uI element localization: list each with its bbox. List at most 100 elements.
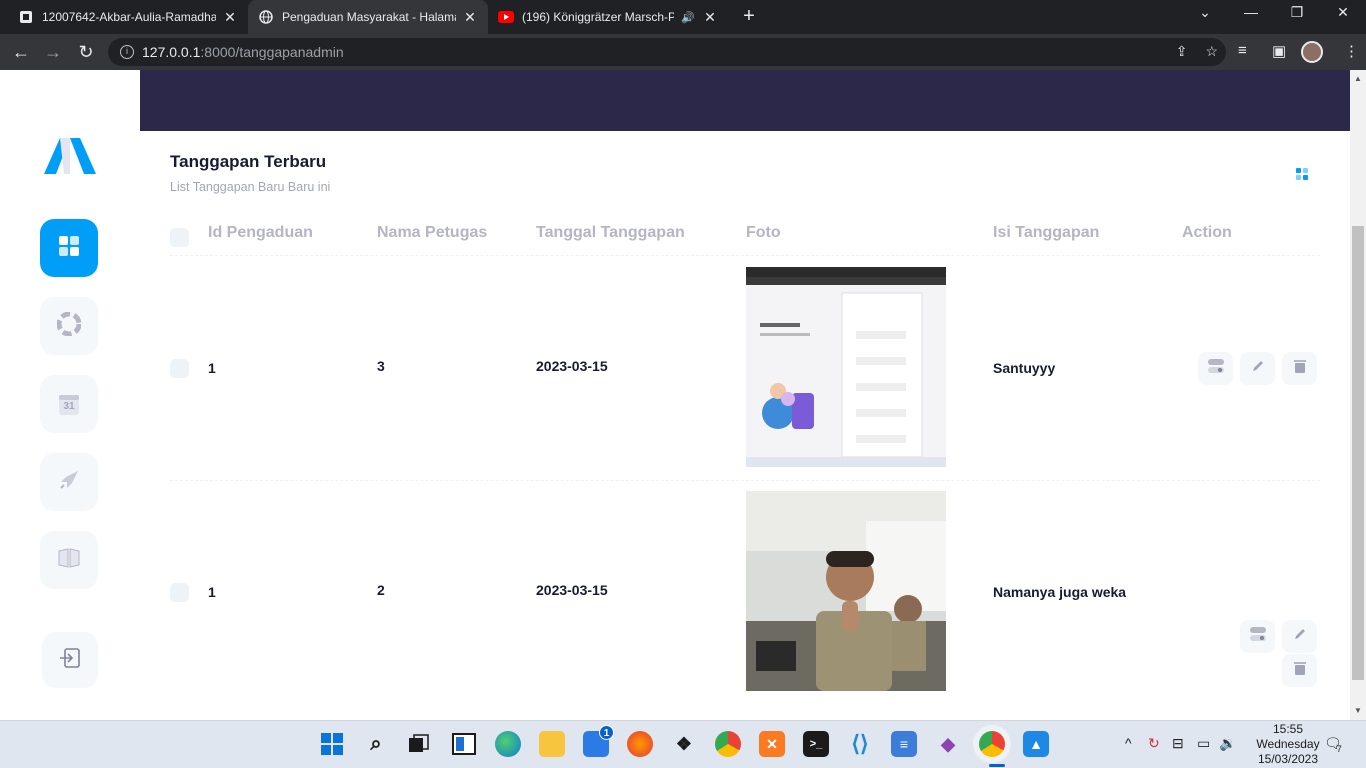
lifebuoy-icon (56, 311, 82, 341)
cell-tanggal: 2023-03-15 (536, 582, 608, 598)
logout-icon (59, 647, 81, 674)
tanggapan-photo (746, 267, 946, 467)
dropbox-icon[interactable]: ❖ (671, 731, 697, 757)
side-panel-icon[interactable]: ▣ (1272, 42, 1286, 60)
tab-github[interactable]: 12007642-Akbar-Aulia-Ramadhan ✕ (8, 0, 248, 34)
notepad-icon[interactable]: ≡ (891, 731, 917, 757)
bookmark-star-icon[interactable]: ☆ (1205, 43, 1218, 60)
row-checkbox[interactable] (170, 583, 189, 602)
column-header: Tanggal Tanggapan (536, 224, 685, 241)
sidebar-item-calendar[interactable]: 31 (40, 375, 98, 433)
sidebar-item-launch[interactable] (40, 453, 98, 511)
page-scrollbar[interactable]: ▲ ▼ (1350, 70, 1366, 720)
toggle-status-button[interactable] (1198, 352, 1233, 385)
maximize-button[interactable]: ❐ (1282, 4, 1312, 21)
task-view-icon[interactable] (406, 731, 432, 757)
widgets-icon[interactable] (451, 731, 477, 757)
pencil-icon (1293, 627, 1307, 646)
terminal-icon[interactable]: >_ (803, 731, 829, 757)
calendar-day: 31 (63, 401, 75, 412)
delete-button[interactable] (1282, 654, 1317, 687)
row-checkbox[interactable] (170, 359, 189, 378)
calendar-icon: 31 (59, 393, 79, 415)
notification-icon[interactable]: 🗨7 (1324, 735, 1347, 754)
vscode-icon[interactable]: ⟨⟩ (847, 731, 873, 757)
sidebar-item-support[interactable] (40, 297, 98, 355)
forward-button[interactable]: → (42, 41, 64, 63)
scrollbar-thumb[interactable] (1352, 226, 1364, 680)
card-menu-icon[interactable] (1296, 168, 1308, 180)
volume-icon[interactable]: 🔉 (1219, 735, 1236, 752)
scroll-down-icon[interactable]: ▼ (1354, 706, 1362, 715)
close-tab-icon[interactable]: ✕ (222, 9, 238, 26)
edit-button[interactable] (1240, 352, 1275, 385)
sidebar: 31 (0, 70, 140, 720)
close-tab-icon[interactable]: ✕ (462, 9, 478, 26)
back-button[interactable]: ← (10, 41, 32, 63)
share-icon[interactable]: ⇪ (1176, 43, 1188, 60)
youtube-icon (498, 9, 514, 25)
chrome-profile-icon[interactable] (715, 731, 741, 757)
cell-nama-petugas: 3 (377, 358, 385, 374)
card-subtitle: List Tanggapan Baru Baru ini (170, 180, 331, 194)
browser-toolbar: ← → ↻ i 127.0.0.1:8000/tanggapanadmin ⇪ … (0, 34, 1366, 70)
close-window-button[interactable]: ✕ (1328, 4, 1358, 21)
dashboard-icon (58, 235, 80, 262)
file-explorer-icon[interactable] (539, 731, 565, 757)
tab-pengaduan[interactable]: Pengaduan Masyarakat - Halaman ✕ (248, 0, 488, 34)
column-header: Isi Tanggapan (993, 224, 1100, 241)
site-info-icon[interactable]: i (120, 45, 134, 59)
microsoft-store-icon[interactable]: 1 (583, 725, 614, 757)
tab-youtube[interactable]: (196) Königgrätzer Marsch-P 🔊 ✕ (488, 0, 728, 34)
cell-isi-tanggapan: Namanya juga weka (993, 584, 1127, 600)
address-bar[interactable]: i 127.0.0.1:8000/tanggapanadmin ⇪ ☆ (108, 38, 1226, 66)
toggle-icon (1249, 627, 1266, 646)
search-icon[interactable]: ⌕ (363, 731, 389, 757)
reload-button[interactable]: ↻ (75, 41, 97, 63)
select-all-checkbox[interactable] (170, 228, 189, 247)
app-logo[interactable] (42, 134, 98, 178)
tab-search-icon[interactable]: ⌄ (1190, 4, 1220, 21)
new-tab-button[interactable]: + (738, 5, 760, 27)
system-clock[interactable]: 15:55 Wednesday 15/03/2023 (1240, 722, 1336, 767)
notification-count: 7 (1336, 744, 1342, 754)
sync-icon[interactable]: ↻ (1148, 735, 1160, 752)
sidebar-item-dashboard[interactable] (40, 219, 98, 277)
cell-id-pengaduan: 1 (208, 360, 216, 376)
url-text: 127.0.0.1:8000/tanggapanadmin (142, 44, 344, 60)
toggle-status-button[interactable] (1240, 620, 1275, 653)
xampp-icon[interactable]: ✕ (759, 731, 785, 757)
git-kraken-icon[interactable]: ◆ (935, 731, 961, 757)
sidebar-item-docs[interactable] (40, 531, 98, 589)
browser-tab-bar: 12007642-Akbar-Aulia-Ramadhan ✕ Pengadua… (0, 0, 1366, 34)
show-hidden-icons[interactable]: ^ (1125, 735, 1132, 751)
media-control-icon[interactable]: ≡ (1238, 42, 1247, 59)
cell-nama-petugas: 2 (377, 582, 385, 598)
tab-title: Pengaduan Masyarakat - Halaman (282, 10, 456, 24)
card-title: Tanggapan Terbaru (170, 152, 327, 171)
more-menu-icon[interactable]: ⋮ (1344, 42, 1359, 60)
start-icon[interactable] (319, 731, 345, 757)
table-row: 1 2 2023-03-15 Namanya juga weka (170, 481, 1320, 720)
edge-icon[interactable] (495, 731, 521, 757)
windows-taskbar: ⌕ 1 ❖ ✕ >_ ⟨⟩ ≡ ◆ ▲ ^ ↻ ⊟ ▭ 🔉 15:55 Wedn… (0, 720, 1366, 768)
column-header: Id Pengaduan (208, 224, 313, 241)
profile-avatar[interactable] (1301, 41, 1323, 63)
scroll-up-icon[interactable]: ▲ (1354, 74, 1362, 83)
column-header: Action (1182, 224, 1232, 241)
edit-button[interactable] (1282, 620, 1317, 653)
speaker-icon[interactable]: 🔊 (680, 11, 696, 24)
firefox-icon[interactable] (627, 731, 653, 757)
delete-button[interactable] (1282, 352, 1317, 385)
minimize-button[interactable]: — (1236, 4, 1266, 20)
book-icon (58, 547, 80, 573)
battery-icon[interactable]: ▭ (1197, 735, 1210, 752)
chrome-icon[interactable] (979, 731, 1005, 757)
sidebar-item-logout[interactable] (42, 632, 98, 688)
column-header: Nama Petugas (377, 224, 488, 241)
close-tab-icon[interactable]: ✕ (702, 9, 718, 26)
cell-tanggal: 2023-03-15 (536, 358, 608, 374)
clock-day: Wednesday (1256, 737, 1320, 751)
network-icon[interactable]: ⊟ (1172, 735, 1184, 752)
photos-icon[interactable]: ▲ (1023, 731, 1049, 757)
